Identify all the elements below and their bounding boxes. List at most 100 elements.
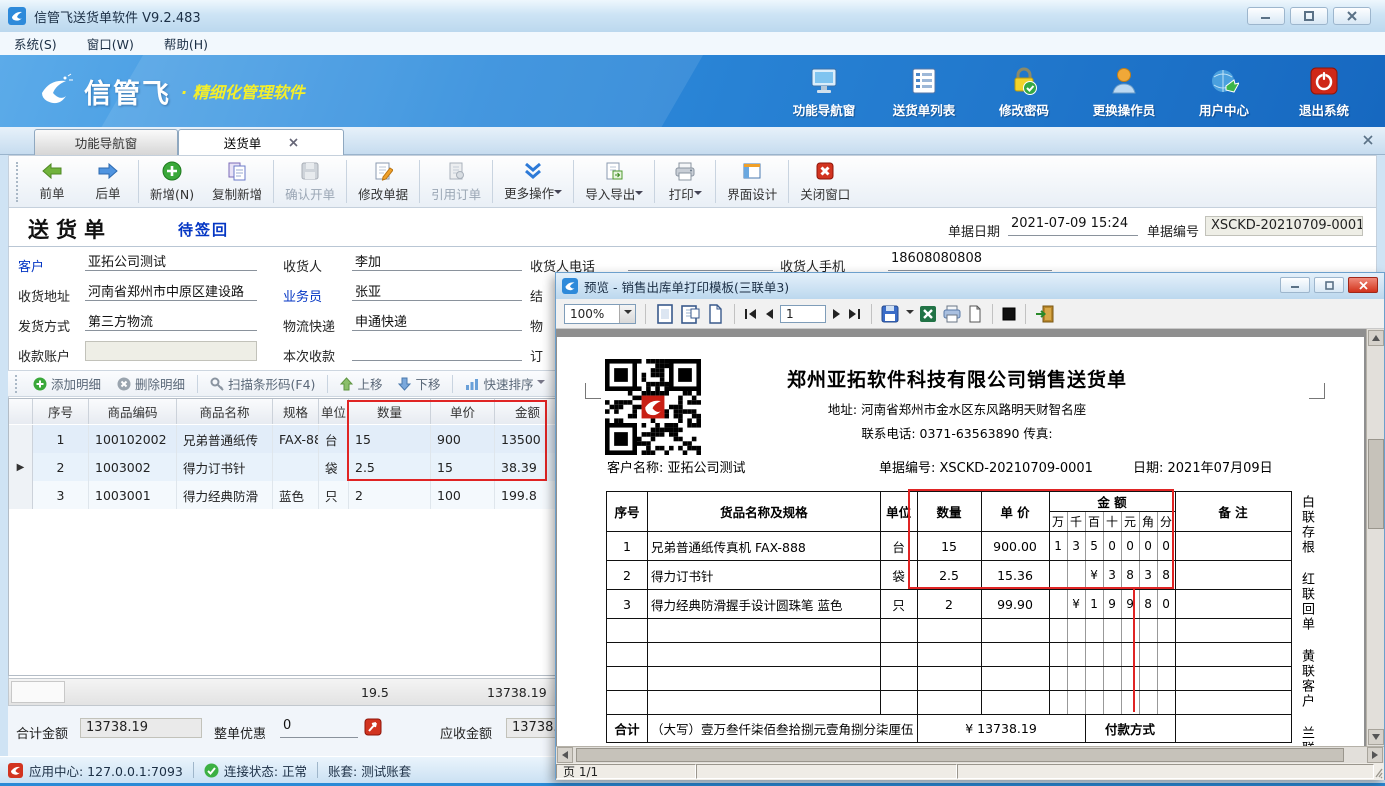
print-table: 序号 货品名称及规格 单位 数量 单 价 金 额 备 注 万 千 百 十 元 (606, 491, 1292, 743)
ref-order-button[interactable]: 引用订单 (422, 159, 490, 205)
grid-header-seq[interactable]: 序号 (33, 399, 89, 424)
scroll-down-icon[interactable] (1368, 729, 1384, 745)
preview-maximize-button[interactable] (1314, 277, 1344, 293)
grid-header-spec[interactable]: 规格 (273, 399, 319, 424)
next-page-icon[interactable] (831, 308, 843, 320)
grid-header-amount[interactable]: 金额 (495, 399, 561, 424)
zoom-select[interactable]: 100% (564, 304, 636, 324)
grid-header-price[interactable]: 单价 (431, 399, 495, 424)
grid-header-code[interactable]: 商品编码 (89, 399, 177, 424)
scan-barcode-button[interactable]: 扫描条形码(F4) (204, 374, 321, 393)
grid-header-name[interactable]: 商品名称 (177, 399, 273, 424)
resize-grip-icon[interactable] (1374, 767, 1384, 779)
exit-system-button[interactable]: 退出系统 (1281, 63, 1367, 121)
delivery-list-button[interactable]: 送货单列表 (881, 63, 967, 121)
more-actions-button[interactable]: 更多操作 (495, 159, 571, 205)
discount-field[interactable]: 0 (280, 718, 358, 738)
last-page-icon[interactable] (848, 308, 862, 320)
ship-method-field[interactable]: 第三方物流 (85, 311, 257, 331)
minimize-button[interactable] (1247, 7, 1285, 25)
move-up-button[interactable]: 上移 (334, 374, 388, 393)
discount-edit-icon[interactable] (364, 718, 382, 736)
prev-page-icon[interactable] (763, 308, 775, 320)
customer-field[interactable]: 亚拓公司测试 (85, 251, 257, 271)
print-total-row: 合计 （大写）壹万叁仟柒佰叁拾捌元壹角捌分柒厘伍 ¥ 13738.19 付款方式 (607, 715, 1292, 743)
doc-date-value[interactable]: 2021-07-09 15:24 (1008, 216, 1138, 236)
print-button[interactable]: 打印 (657, 159, 713, 205)
preview-hscrollbar[interactable] (556, 746, 1384, 763)
receiver-mobile-field[interactable]: 18608080808 (888, 251, 1052, 271)
tab-delivery-order[interactable]: 送货单 (178, 129, 344, 155)
change-password-button[interactable]: 修改密码 (981, 63, 1067, 121)
menu-system[interactable]: 系统(S) (14, 34, 57, 53)
banner-action-label: 功能导航窗 (793, 100, 856, 119)
menu-window[interactable]: 窗口(W) (87, 34, 134, 53)
salesman-field[interactable]: 张亚 (352, 281, 522, 301)
grid-hscroll-thumb[interactable] (11, 681, 65, 703)
prev-order-button[interactable]: 前单 (24, 159, 80, 205)
summary-qty: 19.5 (361, 685, 389, 700)
modify-order-button[interactable]: 修改单据 (349, 159, 417, 205)
preview-logo-icon (562, 278, 578, 294)
grid-header-unit[interactable]: 单位 (319, 399, 349, 424)
page-number-input[interactable]: 1 (780, 305, 826, 323)
maximize-button[interactable] (1290, 7, 1328, 25)
print-address: 地址: 河南省郑州市金水区东风路明天财智名座 (677, 399, 1237, 418)
preview-close-button[interactable] (1348, 277, 1378, 293)
new-button[interactable]: 新增(N) (141, 159, 203, 205)
stop-icon[interactable] (1002, 307, 1016, 321)
banner-action-label: 用户中心 (1199, 100, 1249, 119)
copy-new-button[interactable]: 复制新增 (203, 159, 271, 205)
user-center-button[interactable]: 用户中心 (1181, 63, 1267, 121)
scroll-up-icon[interactable] (1368, 330, 1384, 346)
preview-vscrollbar[interactable] (1366, 329, 1384, 746)
hscroll-thumb[interactable] (576, 748, 1344, 762)
add-detail-button[interactable]: 添加明细 (27, 374, 107, 393)
whole-page-icon[interactable] (655, 304, 675, 324)
monitor-icon (809, 66, 839, 96)
brand-name: 信管飞 (84, 72, 171, 111)
customer-label: 客户 (18, 256, 44, 275)
status-connection: 连接状态: 正常 (224, 761, 307, 780)
tab-close-icon[interactable] (289, 138, 298, 147)
exit-preview-icon[interactable] (1035, 305, 1055, 323)
scroll-right-icon[interactable] (1367, 747, 1383, 763)
export-excel-icon[interactable] (919, 305, 937, 323)
close-button[interactable] (1333, 7, 1371, 25)
import-export-button[interactable]: 导入导出 (576, 159, 652, 205)
total-amount-value: 13738.19 (80, 718, 202, 738)
nav-window-button[interactable]: 功能导航窗 (781, 63, 867, 121)
payment-now-field[interactable] (352, 341, 522, 361)
print-report-icon[interactable] (942, 305, 962, 323)
close-window-button[interactable]: 关闭窗口 (791, 159, 859, 205)
address-field[interactable]: 河南省郑州市中原区建设路 (85, 281, 257, 301)
salesman-label: 业务员 (283, 286, 322, 305)
chevron-down-icon[interactable] (906, 310, 914, 318)
scroll-left-icon[interactable] (557, 747, 573, 763)
page-width-icon[interactable] (705, 304, 725, 324)
logistics-field[interactable]: 申通快递 (352, 311, 522, 331)
receiver-phone-field[interactable] (628, 251, 773, 271)
vscroll-thumb[interactable] (1368, 439, 1384, 529)
next-order-button[interactable]: 后单 (80, 159, 136, 205)
quick-sort-button[interactable]: 快速排序 (459, 374, 551, 393)
barcode-icon (210, 377, 224, 391)
tab-nav-window[interactable]: 功能导航窗 (34, 129, 178, 155)
switch-operator-button[interactable]: 更换操作员 (1081, 63, 1167, 121)
page-indicator: 页 1/1 (556, 764, 696, 779)
blank-page-icon[interactable] (967, 305, 983, 323)
preview-minimize-button[interactable] (1280, 277, 1310, 293)
confirm-order-button[interactable]: 确认开单 (276, 159, 344, 205)
print-row: 2 得力订书针 袋 2.5 15.36 ¥ 3 8 3 8 (607, 561, 1292, 590)
move-down-button[interactable]: 下移 (392, 374, 446, 393)
save-report-icon[interactable] (881, 305, 901, 323)
tabstrip-close-icon[interactable] (1363, 135, 1373, 145)
delete-detail-button[interactable]: 删除明细 (111, 374, 191, 393)
two-page-icon[interactable] (680, 304, 700, 324)
grid-header-qty[interactable]: 数量 (349, 399, 431, 424)
ui-design-button[interactable]: 界面设计 (718, 159, 786, 205)
first-page-icon[interactable] (744, 308, 758, 320)
edit-icon (373, 161, 393, 181)
receiver-field[interactable]: 李加 (352, 251, 522, 271)
menu-help[interactable]: 帮助(H) (164, 34, 208, 53)
